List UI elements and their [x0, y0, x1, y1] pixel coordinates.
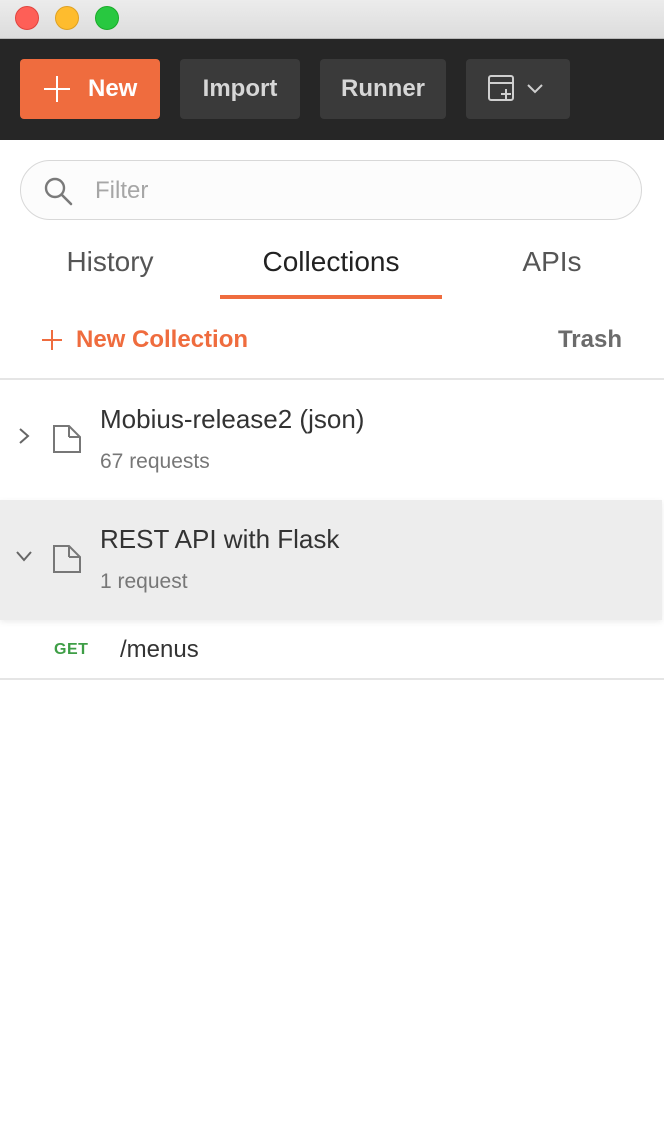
minimize-window-button[interactable] [55, 6, 79, 30]
new-collection-label: New Collection [76, 326, 249, 353]
zoom-window-button[interactable] [95, 6, 119, 30]
trash-button[interactable]: Trash [558, 322, 622, 358]
filter-field[interactable] [20, 160, 642, 220]
plus-icon [42, 330, 62, 350]
runner-button[interactable]: Runner [320, 59, 446, 119]
close-window-button[interactable] [15, 6, 39, 30]
method-badge: GET [54, 641, 89, 658]
new-button-label: New [88, 75, 138, 102]
request-path: /menus [120, 636, 199, 663]
tab-collections[interactable]: Collections [220, 246, 442, 300]
tab-history[interactable]: History [20, 246, 200, 300]
collection-request-count: 67 requests [100, 450, 210, 473]
new-collection-button[interactable]: New Collection [42, 322, 248, 358]
request-item[interactable]: GET /menus [0, 622, 662, 678]
collection-request-count: 1 request [100, 570, 188, 593]
title-bar [0, 0, 664, 39]
collection-item[interactable]: Mobius-release2 (json) 67 requests [0, 380, 662, 500]
collection-name: REST API with Flask [100, 524, 340, 554]
header-toolbar: New Import Runner [0, 39, 664, 140]
collection-name: Mobius-release2 (json) [100, 404, 365, 434]
folder-icon [53, 545, 81, 573]
tab-apis[interactable]: APIs [462, 246, 642, 300]
import-button[interactable]: Import [180, 59, 300, 119]
import-button-label: Import [202, 75, 278, 102]
new-window-button[interactable] [466, 59, 570, 119]
search-icon [44, 177, 73, 206]
app-window: New Import Runner History Collections AP… [0, 0, 664, 1124]
active-tab-indicator [220, 295, 442, 299]
divider [0, 678, 664, 680]
new-button[interactable]: New [20, 59, 160, 119]
folder-icon [53, 425, 81, 453]
plus-icon [44, 76, 70, 102]
search-input[interactable] [93, 171, 617, 211]
chevron-right-icon[interactable] [14, 426, 34, 446]
new-window-icon [488, 75, 543, 101]
runner-button-label: Runner [341, 75, 425, 102]
chevron-down-icon[interactable] [14, 546, 34, 566]
collection-item[interactable]: REST API with Flask 1 request [0, 500, 662, 620]
